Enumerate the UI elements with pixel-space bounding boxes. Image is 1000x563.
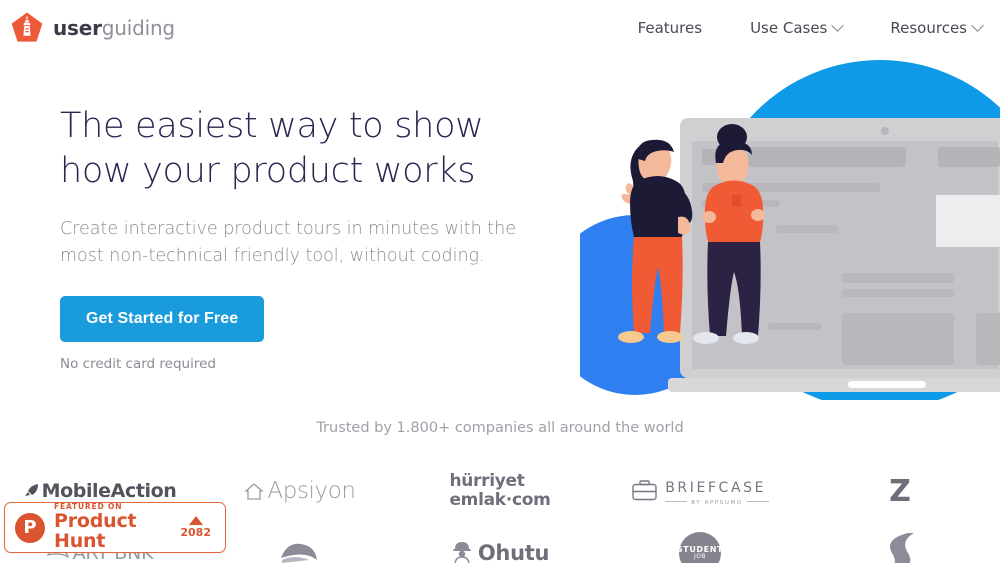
- logo-briefcase-sub-rule: BY APPSUMO: [665, 498, 769, 506]
- upvote-triangle-icon: [188, 516, 203, 525]
- product-hunt-upvote[interactable]: 2082: [180, 516, 215, 539]
- nav-item-resources[interactable]: Resources: [890, 18, 984, 37]
- brand-wordmark-bold: user: [53, 16, 102, 40]
- nav-item-use-cases-label: Use Cases: [750, 19, 828, 37]
- circle-badge-icon: STUDENT JOB: [677, 532, 722, 563]
- brand-wordmark: userguiding: [53, 18, 175, 38]
- product-hunt-logo-icon: P: [15, 512, 45, 543]
- logo-apsiyon: Apsiyon: [200, 460, 400, 522]
- house-icon: [244, 483, 265, 500]
- product-hunt-name: Product Hunt: [54, 510, 137, 552]
- logo-z-label: Z: [889, 473, 911, 509]
- chevron-down-icon: [971, 18, 984, 32]
- hero-subheadline: Create interactive product tours in minu…: [60, 218, 516, 266]
- product-hunt-badge[interactable]: P FEATURED ON Product Hunt 2082: [4, 502, 226, 553]
- logo-s-swirl: [800, 522, 1000, 563]
- logo-z: Z: [800, 460, 1000, 522]
- nav-item-features-label: Features: [637, 19, 703, 37]
- worker-icon: [452, 542, 471, 563]
- logo-briefcase: BRIEFCASE BY APPSUMO: [600, 460, 800, 522]
- logo-bird: [200, 522, 400, 563]
- logo-ohutu-label: Ohutu: [477, 541, 550, 563]
- brand-wordmark-light: guiding: [101, 16, 175, 40]
- product-hunt-text: FEATURED ON Product Hunt: [54, 503, 171, 552]
- logo-apsiyon-label: Apsiyon: [267, 478, 356, 504]
- logo-briefcase-sub: BY APPSUMO: [691, 499, 743, 506]
- product-hunt-upvote-count: 2082: [180, 526, 211, 539]
- hero-headline: The easiest way to show how your product…: [60, 106, 484, 191]
- bird-icon: [281, 543, 317, 563]
- site-header: userguiding Features Use Cases Resources: [0, 0, 1000, 56]
- logo-hurriyet-emlak: hürriyet emlak·com: [400, 460, 600, 522]
- nav-item-resources-label: Resources: [890, 19, 967, 37]
- logo-mobileaction-label: MobileAction: [41, 480, 177, 502]
- logo-hurriyet-line1: hürriyet: [449, 470, 525, 491]
- main-navigation: Features Use Cases Resources: [638, 18, 984, 37]
- s-swirl-icon: [890, 533, 914, 563]
- nav-item-features[interactable]: Features: [638, 19, 703, 37]
- logo-briefcase-label: BRIEFCASE: [665, 479, 767, 496]
- logo-ohutu: Ohutu: [400, 522, 600, 563]
- logo-studentjob-line2: JOB: [693, 553, 707, 561]
- brand-logo[interactable]: userguiding: [10, 11, 175, 45]
- get-started-button[interactable]: Get Started for Free: [60, 295, 265, 342]
- logo-hurriyet-line2: emlak·com: [449, 490, 551, 510]
- briefcase-icon: [632, 480, 657, 501]
- lighthouse-pentagon-icon: [11, 12, 43, 42]
- hero-content: The easiest way to show how your product…: [60, 104, 620, 372]
- rocket-icon: [24, 484, 38, 496]
- no-credit-card-note: No credit card required: [60, 355, 216, 372]
- nav-item-use-cases[interactable]: Use Cases: [750, 18, 845, 37]
- two-people-with-laptop-illustration: [580, 60, 1000, 400]
- chevron-down-icon: [831, 18, 845, 32]
- hero-illustration: [580, 55, 1000, 400]
- trusted-by-text: Trusted by 1.800+ companies all around t…: [316, 420, 684, 436]
- logo-studentjob: STUDENT JOB: [600, 522, 800, 563]
